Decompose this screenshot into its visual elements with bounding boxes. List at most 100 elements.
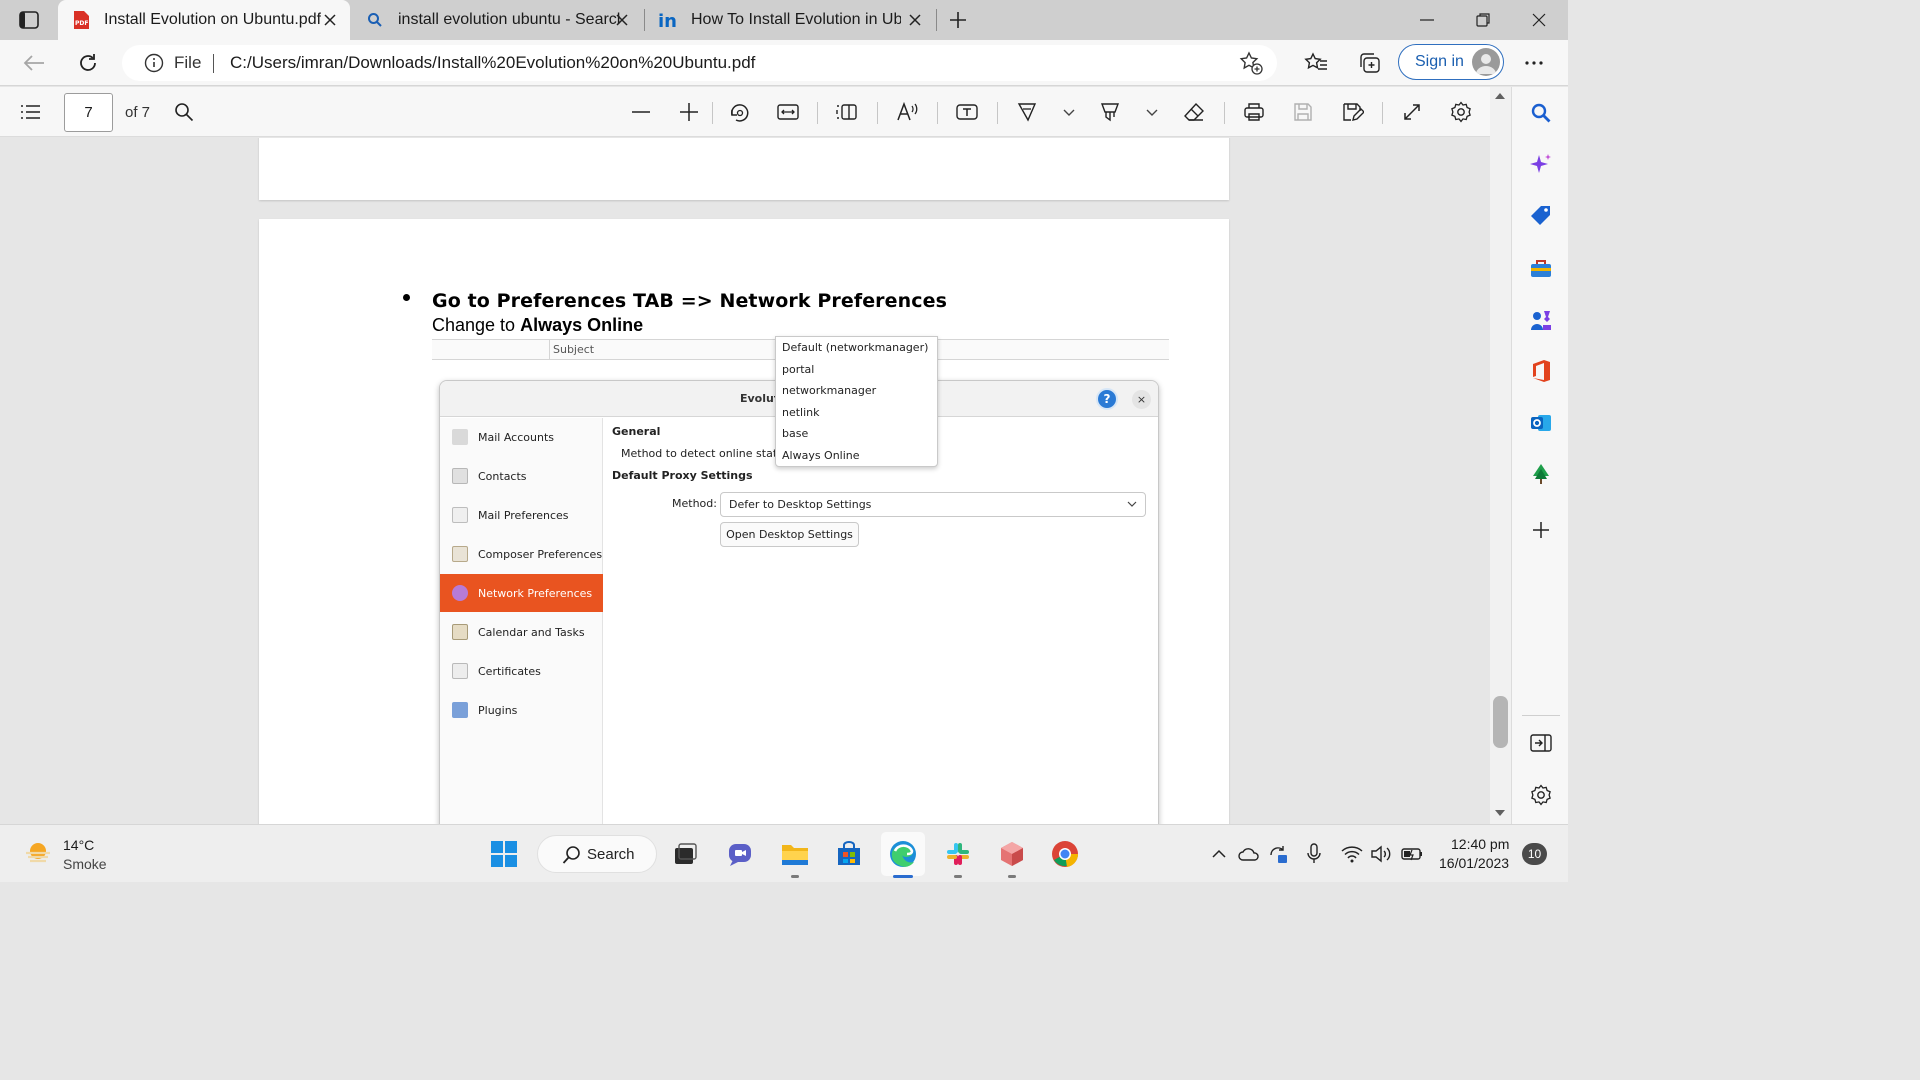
volume-icon[interactable]: [1369, 842, 1393, 866]
file-explorer-icon[interactable]: [777, 836, 813, 878]
settings-icon[interactable]: [1448, 99, 1474, 125]
tools-icon[interactable]: [1527, 254, 1555, 282]
add-text-icon[interactable]: [954, 99, 980, 125]
zoom-out-icon[interactable]: [628, 99, 654, 125]
subject-column-header: Subject: [553, 343, 595, 356]
rotate-icon[interactable]: [726, 99, 752, 125]
search-icon[interactable]: [1527, 99, 1555, 127]
dialog-title: Evolut: [740, 392, 780, 405]
office-icon[interactable]: [1527, 357, 1555, 385]
drop-icon[interactable]: [1527, 460, 1555, 488]
sidebar-item-network-preferences: Network Preferences: [440, 574, 603, 612]
tab-search[interactable]: install evolution ubuntu - Search: [352, 0, 642, 40]
shopping-icon[interactable]: [1527, 202, 1555, 230]
running-indicator: [791, 875, 799, 878]
discover-icon[interactable]: [1527, 151, 1555, 179]
chrome-icon[interactable]: [1047, 836, 1083, 872]
refresh-button[interactable]: [73, 48, 103, 78]
save-as-icon[interactable]: [1340, 99, 1366, 125]
favorites-icon[interactable]: [1302, 50, 1330, 76]
teams-chat-icon[interactable]: [722, 836, 758, 872]
close-window-button[interactable]: [1517, 6, 1561, 34]
sync-icon[interactable]: [1266, 842, 1290, 866]
divider: [1382, 102, 1383, 124]
tab-actions-icon[interactable]: [14, 9, 44, 31]
sidebar-item-label: Mail Preferences: [478, 508, 569, 522]
page-number-input[interactable]: 7: [64, 93, 113, 132]
highlight-icon[interactable]: [1097, 99, 1123, 125]
add-sidebar-app-icon[interactable]: [1527, 516, 1555, 544]
open-desktop-settings-button: Open Desktop Settings: [720, 522, 859, 547]
proxy-section-label: Default Proxy Settings: [612, 469, 753, 482]
table-of-contents-icon[interactable]: [17, 99, 43, 125]
taskbar-search[interactable]: Search: [537, 835, 657, 873]
vertical-scrollbar[interactable]: [1490, 87, 1511, 824]
search-label: Search: [587, 846, 635, 863]
fit-width-icon[interactable]: [775, 99, 801, 125]
zoom-in-icon[interactable]: [676, 99, 702, 125]
page-view-icon[interactable]: [834, 99, 860, 125]
address-bar[interactable]: File C:/Users/imran/Downloads/Install%20…: [122, 45, 1277, 81]
tab-pdf[interactable]: PDF Install Evolution on Ubuntu.pdf: [58, 0, 350, 40]
sign-in-button[interactable]: Sign in: [1398, 44, 1504, 80]
hide-sidebar-icon[interactable]: [1527, 729, 1555, 757]
collections-icon[interactable]: [1356, 50, 1384, 76]
games-icon[interactable]: [1527, 306, 1555, 334]
save-icon[interactable]: [1290, 99, 1316, 125]
draw-icon[interactable]: [1014, 99, 1040, 125]
scroll-up-icon[interactable]: [1495, 93, 1505, 99]
sidebar-item-contacts: Contacts: [440, 457, 603, 495]
tab-title: How To Install Evolution in Ubuntu: [691, 11, 901, 28]
microphone-icon[interactable]: [1302, 842, 1326, 866]
pdf-page-6: [259, 138, 1229, 200]
task-view-icon[interactable]: [667, 836, 703, 872]
new-tab-button[interactable]: [936, 6, 980, 34]
close-icon[interactable]: [320, 10, 340, 30]
sidebar-item-label: Composer Preferences: [478, 547, 603, 561]
office-app-icon[interactable]: [994, 836, 1030, 878]
outlook-icon[interactable]: [1527, 409, 1555, 437]
slack-icon[interactable]: [940, 836, 976, 878]
microsoft-store-icon[interactable]: [831, 836, 867, 872]
find-icon[interactable]: [171, 99, 197, 125]
composer-icon: [452, 546, 468, 562]
notification-badge[interactable]: 10: [1522, 843, 1547, 865]
add-favorite-icon[interactable]: [1239, 51, 1263, 75]
divider: [1224, 102, 1225, 124]
detect-online-label: Method to detect online state:: [621, 447, 788, 460]
weather-temperature[interactable]: 14°C: [63, 837, 94, 853]
weather-haze-icon[interactable]: [24, 839, 52, 867]
linkedin-icon: in: [657, 9, 679, 31]
read-aloud-icon[interactable]: [894, 99, 920, 125]
battery-icon[interactable]: [1399, 842, 1423, 866]
chevron-down-icon[interactable]: [1062, 105, 1076, 119]
scroll-down-icon[interactable]: [1495, 810, 1505, 816]
wifi-icon[interactable]: [1340, 842, 1364, 866]
minimize-button[interactable]: [1405, 6, 1449, 34]
print-icon[interactable]: [1241, 99, 1267, 125]
back-button[interactable]: [19, 48, 49, 78]
restore-button[interactable]: [1461, 6, 1505, 34]
url-text[interactable]: C:/Users/imran/Downloads/Install%20Evolu…: [230, 53, 755, 73]
sidebar-settings-icon[interactable]: [1527, 781, 1555, 809]
close-icon[interactable]: [612, 10, 632, 30]
chevron-down-icon[interactable]: [1145, 105, 1159, 119]
certificates-icon: [452, 663, 468, 679]
tab-linkedin[interactable]: in How To Install Evolution in Ubuntu: [645, 0, 935, 40]
start-icon[interactable]: [486, 836, 522, 872]
full-screen-icon[interactable]: [1399, 99, 1425, 125]
info-icon[interactable]: [144, 53, 164, 73]
pdf-viewer[interactable]: Go to Preferences TAB => Network Prefere…: [0, 138, 1511, 824]
scrollbar-thumb[interactable]: [1493, 696, 1508, 748]
weather-description[interactable]: Smoke: [63, 856, 107, 872]
chevron-up-icon[interactable]: [1207, 842, 1231, 866]
search-icon: [562, 845, 582, 865]
more-icon[interactable]: [1520, 50, 1548, 76]
clock-date[interactable]: 16/01/2023: [1439, 855, 1509, 871]
edge-icon[interactable]: [881, 832, 925, 878]
erase-icon[interactable]: [1181, 99, 1207, 125]
onedrive-icon[interactable]: [1237, 842, 1261, 866]
clock-time[interactable]: 12:40 pm: [1451, 836, 1509, 852]
close-icon[interactable]: [905, 10, 925, 30]
dropdown-option: portal: [782, 363, 815, 376]
